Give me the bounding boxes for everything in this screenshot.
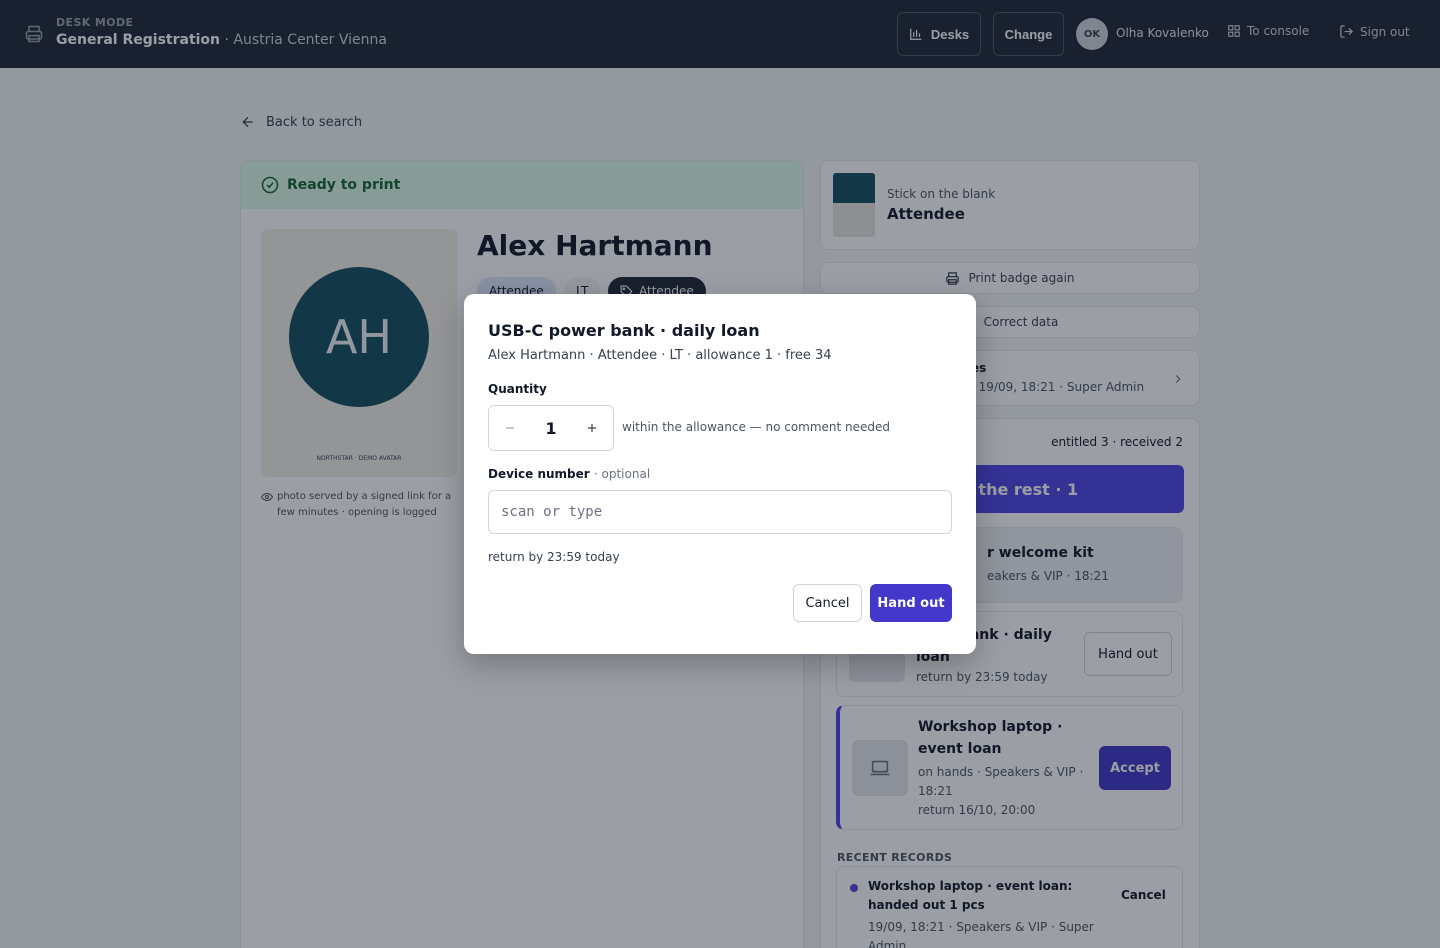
cancel-button[interactable]: Cancel: [793, 584, 862, 622]
hand-out-dialog: USB-C power bank · daily loan Alex Hartm…: [464, 294, 976, 654]
device-label: Device number · optional: [488, 467, 650, 481]
device-optional: · optional: [593, 467, 651, 481]
dialog-subtitle: Alex Hartmann · Attendee · LT · allowanc…: [488, 348, 832, 363]
increment-button[interactable]: [571, 406, 613, 450]
decrement-button[interactable]: [489, 406, 531, 450]
minus-icon: [505, 427, 515, 429]
plus-icon: [587, 423, 597, 433]
device-number-input[interactable]: [488, 490, 952, 534]
quantity-value[interactable]: 1: [531, 419, 571, 438]
hand-out-submit-button[interactable]: Hand out: [870, 584, 952, 622]
return-text: return by 23:59 today: [488, 550, 620, 564]
quantity-hint: within the allowance — no comment needed: [622, 420, 891, 434]
dialog-title: USB-C power bank · daily loan: [488, 321, 760, 340]
quantity-stepper: 1: [488, 405, 614, 451]
quantity-label: Quantity: [488, 382, 547, 396]
device-label-text: Device number: [488, 467, 590, 481]
